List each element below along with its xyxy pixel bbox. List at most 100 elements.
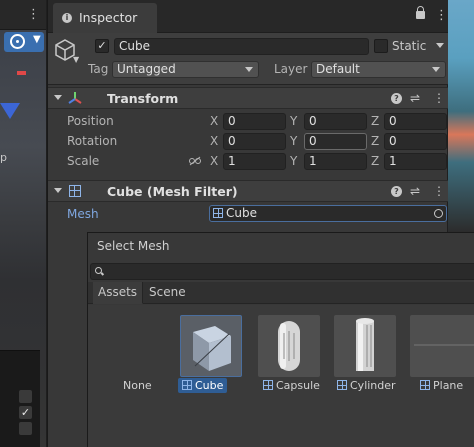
help-icon[interactable]: ? <box>391 186 402 197</box>
overlay-panel: ✓ <box>0 350 40 447</box>
mesh-icon <box>213 208 223 218</box>
scene-label-fragment: p <box>0 151 7 164</box>
tab-inspector[interactable]: i Inspector <box>53 3 157 33</box>
axis-x-label[interactable]: X <box>210 134 218 149</box>
mesh-value: Cube <box>226 206 257 220</box>
constrain-proportions-icon[interactable] <box>189 156 201 166</box>
window-menu-icon[interactable]: ⋮ <box>435 8 448 23</box>
item-capsule-text: Capsule <box>276 379 320 392</box>
layer-dropdown[interactable]: Default <box>311 61 446 78</box>
scale-x-field[interactable]: 1 <box>223 153 286 170</box>
component-menu-icon[interactable]: ⋮ <box>433 91 445 105</box>
item-plane-thumbnail[interactable] <box>410 315 474 377</box>
rotation-x-field[interactable]: 0 <box>223 133 286 150</box>
overlay-checkbox[interactable] <box>19 422 32 435</box>
component-menu-icon[interactable]: ⋮ <box>433 184 445 198</box>
help-icon[interactable]: ? <box>391 93 402 104</box>
transform-title: Transform <box>107 91 179 106</box>
axis-z-label[interactable]: Z <box>371 154 379 169</box>
rotation-y-field[interactable]: 0 <box>304 133 367 150</box>
item-cube-label[interactable]: Cube <box>178 378 228 393</box>
background-scene-view <box>448 0 474 232</box>
inspector-tabbar: i Inspector ⋮ <box>48 0 448 33</box>
tab-scene[interactable]: Scene <box>144 282 191 304</box>
object-picker-icon[interactable] <box>434 209 443 218</box>
preset-icon[interactable]: ⇌ <box>410 184 420 198</box>
picker-tabs: Assets Scene <box>88 282 474 304</box>
tag-label: Tag <box>88 62 109 76</box>
position-z-field[interactable]: 0 <box>384 113 447 130</box>
mesh-icon <box>182 380 192 390</box>
item-capsule-thumbnail[interactable] <box>258 315 320 377</box>
overlay-checkbox[interactable] <box>19 390 32 403</box>
mesh-icon <box>337 380 347 390</box>
transform-header[interactable]: Transform ? ⇌ ⋮ <box>48 87 448 109</box>
item-capsule-label[interactable]: Capsule <box>259 378 324 393</box>
select-mesh-window: Select Mesh Assets Scene None Cube Capsu… <box>87 232 474 447</box>
item-cube-text: Cube <box>195 379 224 392</box>
icon-dropdown-icon[interactable]: ▼ <box>73 55 79 64</box>
rotation-label[interactable]: Rotation <box>67 134 117 149</box>
mesh-object-field[interactable]: Cube <box>209 205 447 222</box>
position-y-field[interactable]: 0 <box>304 113 367 130</box>
scale-label[interactable]: Scale <box>67 154 99 169</box>
axis-y-label[interactable]: Y <box>290 154 297 169</box>
preset-icon[interactable]: ⇌ <box>410 91 420 105</box>
scene-menu-icon[interactable]: ⋮ <box>27 8 40 21</box>
static-dropdown-icon[interactable] <box>436 43 444 48</box>
plane-preview-icon <box>414 344 474 346</box>
scene-toolbar: ⋮ <box>0 0 46 30</box>
cylinder-preview-icon <box>356 318 374 371</box>
axis-x-label[interactable]: X <box>210 114 218 129</box>
item-cylinder-label[interactable]: Cylinder <box>333 378 400 393</box>
item-none-label[interactable]: None <box>119 378 156 393</box>
foldout-icon[interactable] <box>54 188 62 193</box>
x-axis-handle-icon <box>17 71 26 75</box>
item-cylinder-thumbnail[interactable] <box>334 315 396 377</box>
mesh-icon <box>420 380 430 390</box>
axis-y-label[interactable]: Y <box>290 114 297 129</box>
static-label: Static <box>392 39 427 53</box>
tab-inspector-label: Inspector <box>79 10 138 25</box>
layer-value: Default <box>316 62 360 76</box>
foldout-icon[interactable] <box>54 95 62 100</box>
mesh-icon <box>263 380 273 390</box>
gizmo-icon <box>10 34 25 49</box>
object-name-field[interactable]: Cube <box>114 38 369 55</box>
mesh-filter-header[interactable]: Cube (Mesh Filter) ? ⇌ ⋮ <box>48 180 448 202</box>
overlay-checkbox-checked[interactable]: ✓ <box>19 406 32 419</box>
item-plane-text: Plane <box>433 379 464 392</box>
axis-z-label[interactable]: Z <box>371 114 379 129</box>
position-label[interactable]: Position <box>67 114 114 129</box>
chevron-down-icon <box>432 67 440 72</box>
axis-z-label[interactable]: Z <box>371 134 379 149</box>
lock-icon[interactable] <box>416 6 425 19</box>
axis-y-label[interactable]: Y <box>290 134 297 149</box>
tab-assets[interactable]: Assets <box>93 282 144 304</box>
position-x-field[interactable]: 0 <box>223 113 286 130</box>
cube-preview-icon <box>193 326 231 371</box>
chevron-down-icon <box>245 67 253 72</box>
tag-value: Untagged <box>117 62 176 76</box>
item-plane-label[interactable]: Plane <box>416 378 467 393</box>
rotation-z-field[interactable]: 0 <box>384 133 447 150</box>
mesh-filter-icon <box>69 185 84 199</box>
gizmo-toggle-button[interactable]: ▼ <box>4 32 44 52</box>
active-checkbox[interactable]: ✓ <box>95 39 109 53</box>
gameobject-header: ▼ ✓ Cube Static Tag Untagged Layer Defau… <box>48 33 448 85</box>
static-checkbox[interactable] <box>374 39 388 53</box>
scene-view[interactable]: ⋮ ▼ p ✓ <box>0 0 46 447</box>
scale-y-field[interactable]: 1 <box>304 153 367 170</box>
layer-label: Layer <box>274 62 308 76</box>
capsule-preview-icon <box>278 321 300 371</box>
tag-dropdown[interactable]: Untagged <box>112 61 259 78</box>
picker-title: Select Mesh <box>97 239 170 253</box>
scale-z-field[interactable]: 1 <box>384 153 447 170</box>
picker-search-input[interactable] <box>90 263 474 280</box>
axis-x-label[interactable]: X <box>210 154 218 169</box>
item-cube-thumbnail[interactable] <box>180 315 242 377</box>
z-axis-handle-icon <box>0 103 20 119</box>
picker-items-grid: None Cube Capsule Cylinder Plane <box>88 305 474 447</box>
item-cylinder-text: Cylinder <box>350 379 396 392</box>
mesh-label[interactable]: Mesh <box>67 207 99 222</box>
